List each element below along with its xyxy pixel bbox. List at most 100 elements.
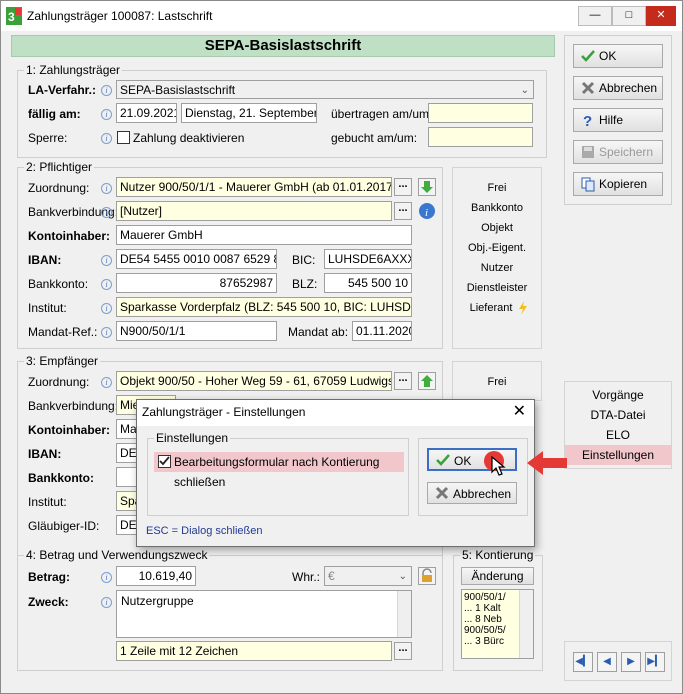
type-objekt[interactable]: Objekt <box>453 222 541 234</box>
sperre-checkbox[interactable] <box>117 131 130 144</box>
checkmark-icon <box>159 456 170 466</box>
zweck-value: Nutzergruppe <box>121 594 194 608</box>
zweck-textarea[interactable]: Nutzergruppe <box>116 590 412 638</box>
kopieren-button[interactable]: Kopieren <box>573 172 663 196</box>
last-record-icon[interactable]: ▶▎ <box>645 652 665 672</box>
mouse-cursor-icon <box>491 456 506 476</box>
dialog-button-group: OK Abbrechen <box>418 438 528 516</box>
zweck-browse-button[interactable]: ... <box>394 642 412 660</box>
info-icon[interactable]: i <box>101 572 112 583</box>
gebucht-field[interactable] <box>428 127 533 147</box>
window-title: Zahlungsträger 100087: Lastschrift <box>27 9 213 23</box>
lock-icon[interactable] <box>418 567 436 585</box>
mandat-ref-field[interactable]: N900/50/1/1 <box>116 321 277 341</box>
whr-select[interactable]: € ⌄ <box>324 566 412 586</box>
first-record-icon[interactable]: ◀▎ <box>573 652 593 672</box>
side-item-vorgaenge[interactable]: Vorgänge <box>565 385 671 405</box>
uebertragen-field[interactable] <box>428 103 533 123</box>
section-legend: 2: Pflichtiger <box>24 160 95 174</box>
kontoinhaber-label: Kontoinhaber: <box>28 229 110 243</box>
maximize-button[interactable]: □ <box>612 6 646 26</box>
ok-button[interactable]: OK <box>573 44 663 68</box>
abbrechen-button[interactable]: Abbrechen <box>573 76 663 100</box>
info-icon[interactable]: i <box>101 377 112 388</box>
bic-field[interactable]: LUHSDE6AXXX <box>324 249 412 269</box>
textarea-scrollbar[interactable] <box>397 591 411 637</box>
info-icon[interactable]: i <box>101 207 112 218</box>
section-legend: 5: Kontierung <box>460 548 536 562</box>
section-legend: 1: Zahlungsträger <box>24 63 123 77</box>
aenderung-button[interactable]: Änderung <box>461 567 534 585</box>
la-verfahr-select[interactable]: SEPA-Basislastschrift ⌄ <box>116 80 534 99</box>
list-scrollbar[interactable] <box>519 590 533 658</box>
arrow-down-icon[interactable] <box>418 178 436 196</box>
sperre-checkbox-label: Zahlung deaktivieren <box>133 131 245 145</box>
zuordnung-browse-button[interactable]: ... <box>394 178 412 196</box>
sperre-label: Sperre: <box>28 131 68 145</box>
dialog-abbrechen-button[interactable]: Abbrechen <box>427 482 517 504</box>
empf-type-frei[interactable]: Frei <box>453 376 541 388</box>
chevron-down-icon: ⌄ <box>398 571 407 582</box>
close-button[interactable]: ✕ <box>646 6 676 26</box>
type-bankkonto[interactable]: Bankkonto <box>453 202 541 214</box>
bankverbindung-field[interactable]: [Nutzer] <box>116 201 392 221</box>
info-circle-icon[interactable]: i <box>418 202 436 220</box>
side-item-einstellungen[interactable]: Einstellungen <box>565 445 671 465</box>
info-icon[interactable]: i <box>101 85 112 96</box>
mandat-ab-field[interactable]: 01.11.2020 <box>352 321 412 341</box>
next-record-icon[interactable]: ▶ <box>621 652 641 672</box>
title-bar: 3 Zahlungsträger 100087: Lastschrift — □… <box>1 1 682 31</box>
lightning-icon <box>519 301 527 315</box>
empf-zuordnung-field[interactable]: Objekt 900/50 - Hoher Weg 59 - 61, 67059… <box>116 371 392 391</box>
info-icon[interactable]: i <box>101 279 112 290</box>
cancel-x-icon <box>435 486 449 500</box>
side-menu: Vorgänge DTA-Datei ELO Einstellungen <box>564 381 672 469</box>
type-obj-eigent[interactable]: Obj.-Eigent. <box>453 242 541 254</box>
speichern-button[interactable]: Speichern <box>573 140 663 164</box>
arrow-up-icon[interactable] <box>418 372 436 390</box>
minimize-button[interactable]: — <box>578 6 612 26</box>
blz-field[interactable]: 545 500 10 <box>324 273 412 293</box>
info-icon[interactable]: i <box>101 327 112 338</box>
ok-label: OK <box>599 49 617 63</box>
close-after-kontierung-checkbox[interactable] <box>158 455 171 468</box>
info-icon[interactable]: i <box>101 109 112 120</box>
dialog-abbrechen-label: Abbrechen <box>453 487 512 501</box>
pointer-arrow-icon <box>527 451 567 475</box>
info-icon[interactable]: i <box>101 597 112 608</box>
info-icon[interactable]: i <box>101 133 112 144</box>
type-nutzer[interactable]: Nutzer <box>453 262 541 274</box>
mandat-ref-label: Mandat-Ref.: <box>28 325 98 339</box>
bankverbindung-browse-button[interactable]: ... <box>394 202 412 220</box>
zuordnung-label: Zuordnung: <box>28 181 90 195</box>
side-item-dta-datei[interactable]: DTA-Datei <box>565 405 671 425</box>
side-item-elo[interactable]: ELO <box>565 425 671 445</box>
dialog-title-bar: Zahlungsträger - Einstellungen ✕ <box>137 400 534 426</box>
info-icon[interactable]: i <box>101 255 112 266</box>
hilfe-button[interactable]: ? Hilfe <box>573 108 663 132</box>
prev-record-icon[interactable]: ◀ <box>597 652 617 672</box>
iban-field[interactable]: DE54 5455 0010 0087 6529 87 <box>116 249 277 269</box>
kontierung-list[interactable]: 900/50/1/ ... 1 Kalt ... 8 Neb 900/50/5/… <box>461 589 534 659</box>
speichern-label: Speichern <box>599 145 654 159</box>
bic-label: BIC: <box>292 253 316 267</box>
institut-field[interactable]: Sparkasse Vorderpfalz (BLZ: 545 500 10, … <box>116 297 412 317</box>
empf-zuordnung-browse-button[interactable]: ... <box>394 372 412 390</box>
info-icon[interactable]: i <box>101 183 112 194</box>
dialog-close-icon[interactable]: ✕ <box>513 404 526 420</box>
zweck-label: Zweck: <box>28 595 69 609</box>
empf-zuordnung-label: Zuordnung: <box>28 375 90 389</box>
question-mark-icon: ? <box>583 113 592 128</box>
betrag-field[interactable]: 10.619,40 <box>116 566 196 586</box>
bankkonto-field[interactable]: 87652987 <box>116 273 277 293</box>
dialog-checkbox-row[interactable]: Bearbeitungsformular nach Kontierung sch… <box>154 452 404 489</box>
faellig-date-field[interactable]: 21.09.2021 <box>116 103 177 123</box>
dialog-ok-label: OK <box>454 454 472 468</box>
zuordnung-field[interactable]: Nutzer 900/50/1/1 - Mauerer GmbH (ab 01.… <box>116 177 392 197</box>
info-icon[interactable]: i <box>101 303 112 314</box>
kontoinhaber-field[interactable]: Mauerer GmbH <box>116 225 412 245</box>
chevron-down-icon: ⌄ <box>520 85 529 96</box>
type-dienstleister[interactable]: Dienstleister <box>453 282 541 294</box>
dialog-esc-hint: ESC = Dialog schließen <box>146 525 263 537</box>
type-frei[interactable]: Frei <box>453 182 541 194</box>
